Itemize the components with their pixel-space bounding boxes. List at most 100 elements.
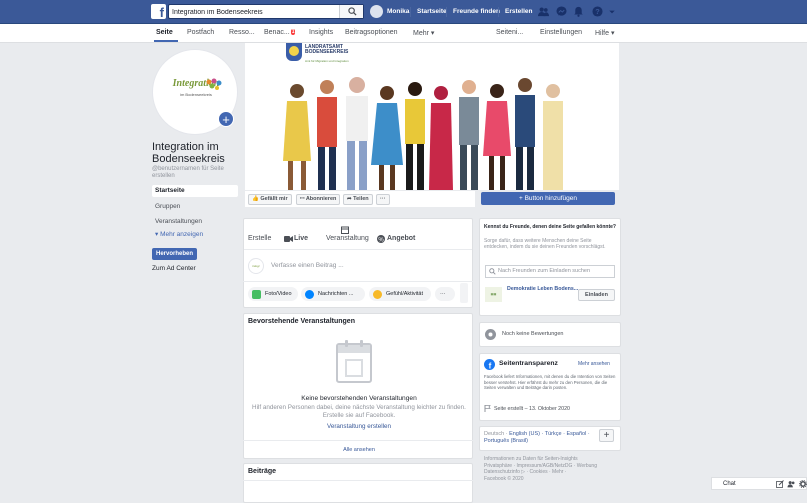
feeling-activity-button[interactable]: Gefühl/Aktivität: [369, 287, 431, 301]
add-language-button[interactable]: +: [599, 429, 614, 442]
tab-erstelle[interactable]: Erstelle: [248, 235, 271, 242]
person-figure: [346, 77, 368, 190]
tab-insights[interactable]: Insights: [309, 29, 333, 36]
sidebar-item-veranstaltungen[interactable]: Veranstaltungen: [152, 216, 238, 228]
user-avatar[interactable]: [370, 5, 383, 18]
search-button[interactable]: [339, 5, 363, 18]
messenger-icon[interactable]: [556, 6, 567, 17]
create-group-icon[interactable]: [787, 480, 796, 488]
cover-org-line2: BODENSEEKREIS: [305, 49, 349, 55]
tab-seite[interactable]: Seite: [156, 29, 173, 36]
current-language: Deutsch ·: [484, 431, 508, 437]
like-label: Gefällt mir: [260, 196, 288, 202]
upcoming-events-card: [243, 313, 473, 459]
tab-benachrichtigungen[interactable]: Benac... 1: [264, 29, 296, 36]
tab-beitragsoptionen[interactable]: Beitragsoptionen: [345, 29, 398, 36]
ad-center-link[interactable]: Zum Ad Center: [152, 265, 196, 272]
chat-bar[interactable]: Chat: [711, 477, 807, 490]
live-video-icon: [284, 236, 293, 242]
invite-button[interactable]: Einladen: [578, 289, 615, 301]
active-tab-indicator: [154, 40, 178, 42]
transparency-title: Seitentransparenz: [499, 360, 558, 367]
facebook-f-icon: f: [484, 359, 495, 370]
posts-section-title: Beiträge: [248, 468, 277, 475]
tab-seiteninfo[interactable]: Seiteni...: [496, 29, 523, 36]
photo-video-button[interactable]: Foto/Video: [248, 287, 298, 301]
language-english[interactable]: English (US) ·: [509, 431, 543, 437]
notifications-bell-icon[interactable]: [573, 6, 584, 17]
no-ratings-text: Noch keine Bewertungen: [502, 331, 564, 337]
see-all-events-link[interactable]: Alle ansehen: [250, 446, 468, 454]
language-turkish[interactable]: Türkçe ·: [545, 431, 565, 437]
photo-icon: [252, 290, 261, 299]
divider: [498, 7, 499, 17]
crest-sun: [289, 46, 299, 56]
account-menu-chevron-icon[interactable]: [608, 6, 616, 17]
subscribe-button[interactable]: ꟷ Abonnieren: [296, 194, 341, 205]
nav-freunde-finden[interactable]: Freunde finden: [453, 8, 500, 15]
district-crest-icon: [286, 43, 302, 61]
search-input[interactable]: [172, 6, 332, 18]
more-actions-button[interactable]: ···: [376, 194, 390, 205]
profile-picture[interactable]: Integration im Bodenseekreis +: [152, 49, 238, 135]
tab-benachrichtigungen-label: Benac...: [264, 29, 290, 36]
create-username-link[interactable]: @benutzernamen für Seite erstellen: [152, 166, 242, 180]
composer-placeholder[interactable]: Verfasse einen Beitrag ...: [271, 262, 344, 269]
friend-requests-icon[interactable]: [538, 6, 549, 17]
add-profile-photo-button[interactable]: +: [218, 111, 234, 127]
page-admin-tabs: Seite Postfach Resso... Benac... 1 Insigh…: [0, 24, 807, 43]
friend-avatar: ▦▦: [485, 287, 502, 302]
cover-photo[interactable]: LANDRATSAMT BODENSEEKREIS Amt für Migrati…: [245, 43, 619, 190]
language-portuguese[interactable]: Português (Brasil): [484, 438, 528, 444]
tab-postfach[interactable]: Postfach: [187, 29, 214, 36]
profile-logo-subtitle: im Bodenseekreis: [180, 92, 212, 97]
tab-ressourcen[interactable]: Resso...: [229, 29, 255, 36]
calendar-ring: [360, 340, 363, 347]
person-figure: [405, 82, 425, 190]
friend-search-input[interactable]: Nach Freunden zum Einladen suchen: [485, 265, 615, 278]
empty-calendar-icon: [336, 340, 372, 383]
tab-angebot[interactable]: Angebot: [387, 235, 415, 242]
add-button-cta[interactable]: + Button hinzufügen: [481, 192, 615, 205]
composer-more-button[interactable]: ···: [435, 287, 455, 301]
like-page-button[interactable]: 👍 Gefällt mir: [248, 194, 292, 205]
no-events-heading: Keine bevorstehenden Veranstaltungen: [301, 395, 417, 402]
chat-settings-gear-icon[interactable]: [799, 480, 807, 488]
tab-mehr[interactable]: Mehr ▾: [413, 29, 434, 37]
tab-einstellungen[interactable]: Einstellungen: [540, 29, 582, 36]
nav-startseite[interactable]: Startseite: [417, 8, 447, 15]
language-spanish[interactable]: Español ·: [566, 431, 589, 437]
help-icon[interactable]: ?: [592, 6, 603, 17]
share-label: Teilen: [353, 196, 369, 202]
event-calendar-icon: [341, 226, 349, 234]
tab-live[interactable]: Live: [294, 235, 308, 242]
user-name-link[interactable]: Monika: [387, 8, 409, 15]
share-button[interactable]: ➦ Teilen: [343, 194, 373, 205]
flag-icon: [484, 405, 491, 412]
new-message-icon[interactable]: [776, 480, 784, 488]
composer-scrollbar[interactable]: [460, 283, 468, 303]
friend-name-link[interactable]: Demokratie Leben Bodens...: [507, 286, 578, 292]
search-box[interactable]: [168, 4, 364, 19]
invite-description: Sorge dafür, dass weitere Menschen deine…: [484, 238, 606, 250]
promote-button[interactable]: Hervorheben: [152, 248, 197, 260]
tab-veranstaltung[interactable]: Veranstaltung: [326, 235, 369, 242]
sidebar-item-gruppen[interactable]: Gruppen: [152, 201, 238, 213]
create-event-link[interactable]: Veranstaltung erstellen: [250, 423, 468, 431]
diverse-people-illustration: [283, 77, 563, 190]
messenger-icon: [305, 290, 314, 299]
divider: [243, 440, 473, 441]
smiley-icon: [373, 290, 382, 299]
sidebar-show-more-link[interactable]: ▾ Mehr anzeigen: [152, 229, 238, 241]
facebook-logo-icon[interactable]: f: [151, 4, 166, 19]
divider: [446, 7, 447, 17]
nav-erstellen[interactable]: Erstellen: [505, 8, 532, 15]
divider: [410, 7, 411, 17]
svg-text:f: f: [489, 362, 492, 371]
sidebar-item-startseite[interactable]: Startseite: [152, 185, 238, 197]
messages-button[interactable]: Nachrichten ...: [301, 287, 365, 301]
person-figure: [543, 84, 563, 190]
transparency-more-link[interactable]: Mehr ansehen: [578, 361, 610, 367]
top-navigation-bar: f Monika Startseite Freunde finden Erste…: [0, 0, 807, 24]
tab-hilfe[interactable]: Hilfe ▾: [595, 29, 614, 37]
